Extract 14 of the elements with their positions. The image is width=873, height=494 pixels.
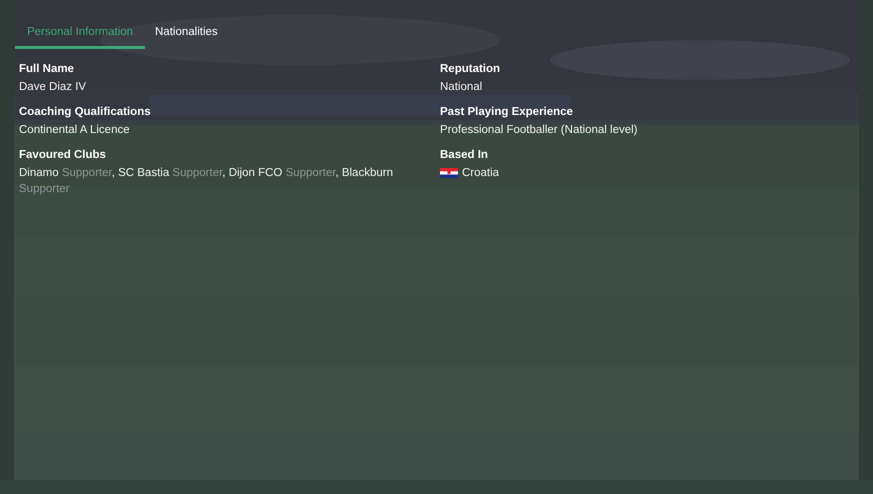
field-label: Past Playing Experience (440, 105, 573, 119)
field-label: Reputation (440, 62, 500, 76)
field-label: Favoured Clubs (19, 148, 106, 162)
field-value: Dinamo Supporter, SC Bastia Supporter, Dijon FCO Supporter, Blackburn Supporter (19, 166, 394, 197)
tab[interactable]: Personal Information (15, 21, 145, 49)
field-value: Continental A Licence (19, 123, 130, 138)
field-value: National (440, 80, 482, 95)
field-label: Based In (440, 148, 488, 162)
field-value: Professional Footballer (National level) (440, 123, 638, 138)
field-label: Full Name (19, 62, 74, 76)
field-value: Croatia (462, 166, 500, 181)
field-value: Dave Diaz IV (19, 80, 86, 95)
tab[interactable]: Nationalities (145, 21, 228, 49)
field-label: Coaching Qualifications (19, 105, 151, 119)
